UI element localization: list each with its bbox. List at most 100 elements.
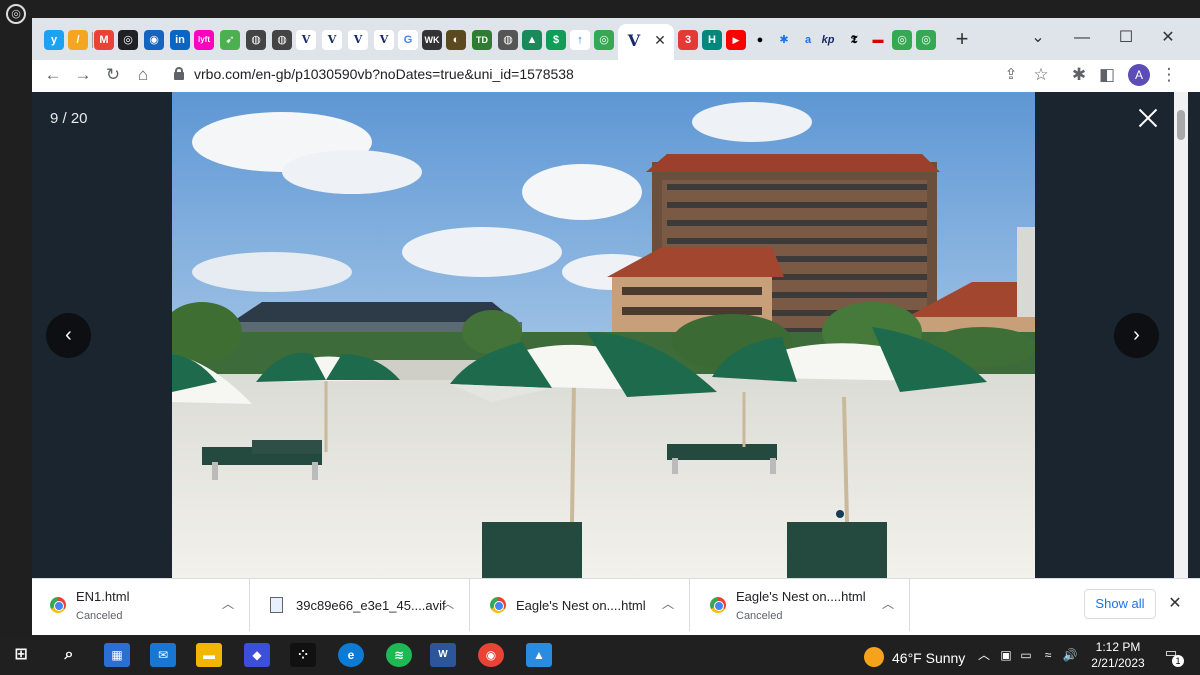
volume-icon[interactable]: 🔊 bbox=[1062, 646, 1078, 664]
tab-threads[interactable]: ◎ bbox=[118, 30, 138, 50]
windows-start-icon[interactable]: ⊞ bbox=[8, 643, 34, 667]
tab-wk[interactable]: WK bbox=[422, 30, 442, 50]
download-item[interactable]: EN1.html Canceled ︿ bbox=[32, 579, 250, 631]
dots-app-icon[interactable]: ⁘ bbox=[290, 643, 316, 667]
profile-avatar[interactable]: A bbox=[1128, 64, 1150, 86]
reload-icon[interactable]: ↻ bbox=[102, 64, 124, 86]
tab-vrbo-2[interactable]: V bbox=[322, 30, 342, 50]
page-scrollbar[interactable] bbox=[1174, 92, 1188, 578]
copilot-icon[interactable]: ◆ bbox=[244, 643, 270, 667]
chrome-icon bbox=[50, 597, 66, 613]
desktop-camera-icon[interactable]: ◎ bbox=[6, 4, 26, 24]
file-explorer-icon[interactable]: ▬ bbox=[196, 643, 222, 667]
side-panel-icon[interactable]: ◧ bbox=[1096, 64, 1118, 86]
clock-date: 2/21/2023 bbox=[1091, 656, 1145, 670]
tab-dollar[interactable]: $ bbox=[546, 30, 566, 50]
tab-kp[interactable]: kp bbox=[818, 30, 838, 50]
tab-td[interactable]: TD bbox=[472, 30, 492, 50]
show-all-downloads-button[interactable]: Show all bbox=[1084, 589, 1156, 619]
close-downloads-icon[interactable]: ✕ bbox=[1164, 593, 1186, 615]
tray-chevron-up-icon[interactable]: ︿ bbox=[976, 646, 992, 664]
desktop-left-strip: ◎ bbox=[0, 0, 32, 635]
tab-circle[interactable]: ◉ bbox=[144, 30, 164, 50]
new-tab-button[interactable]: + bbox=[950, 28, 974, 52]
forward-icon[interactable]: → bbox=[72, 64, 94, 86]
tab-tripadvisor-3[interactable]: ◎ bbox=[916, 30, 936, 50]
mail-icon[interactable]: ✉ bbox=[150, 643, 176, 667]
bookmark-star-icon[interactable]: ☆ bbox=[1030, 64, 1052, 86]
maximize-button[interactable]: ☐ bbox=[1106, 24, 1146, 52]
battery-icon[interactable]: ▭ bbox=[1018, 646, 1034, 664]
home-icon[interactable]: ⌂ bbox=[132, 64, 154, 86]
store-icon[interactable]: ▦ bbox=[104, 643, 130, 667]
chevron-up-icon[interactable]: ︿ bbox=[442, 595, 454, 612]
download-item[interactable]: Eagle's Nest on....html ︿ bbox=[472, 579, 690, 631]
tab-h[interactable]: H bbox=[702, 30, 722, 50]
tab-alpha[interactable]: a bbox=[798, 30, 818, 50]
tab-pen[interactable]: / bbox=[68, 30, 88, 50]
close-viewer-icon[interactable] bbox=[1132, 102, 1164, 134]
edge-icon[interactable]: e bbox=[338, 643, 364, 667]
tab-gmail[interactable]: M bbox=[94, 30, 114, 50]
address-bar[interactable]: vrbo.com/en-gb/p1030590vb?noDates=true&u… bbox=[194, 66, 574, 82]
tab-plane[interactable]: ➹ bbox=[220, 30, 240, 50]
tab-lyft[interactable]: lyft bbox=[194, 30, 214, 50]
download-filename: 39c89e66_e3e1_45....avif bbox=[296, 598, 446, 613]
tab-tripadvisor-2[interactable]: ◎ bbox=[892, 30, 912, 50]
extensions-icon[interactable]: ✱ bbox=[1068, 64, 1090, 86]
meet-icon[interactable]: ▣ bbox=[998, 646, 1014, 664]
tab-tripadvisor[interactable]: ◎ bbox=[594, 30, 614, 50]
search-icon[interactable]: ⌕ bbox=[56, 643, 82, 667]
active-tab[interactable]: V ✕ bbox=[618, 24, 674, 60]
tab-vrbo-1[interactable]: V bbox=[296, 30, 316, 50]
tab-google[interactable]: G bbox=[398, 30, 418, 50]
tab-arrow[interactable]: ↑ bbox=[570, 30, 590, 50]
tab-site-d[interactable]: ◍ bbox=[498, 30, 518, 50]
tab-dot[interactable]: ● bbox=[750, 30, 770, 50]
downloads-bar: EN1.html Canceled ︿ 39c89e66_e3e1_45....… bbox=[32, 578, 1200, 631]
menu-kebab-icon[interactable]: ⋮ bbox=[1158, 64, 1180, 86]
download-item[interactable]: Eagle's Nest on....html Canceled ︿ bbox=[692, 579, 910, 631]
share-icon[interactable]: ⇪ bbox=[1000, 64, 1022, 86]
lock-icon[interactable] bbox=[174, 67, 184, 80]
tab-three[interactable]: 3 bbox=[678, 30, 698, 50]
tab-site-a[interactable]: ◍ bbox=[246, 30, 266, 50]
next-photo-button[interactable]: › bbox=[1114, 313, 1159, 358]
tab-twitter[interactable]: y bbox=[44, 30, 64, 50]
word-icon[interactable]: W bbox=[430, 643, 456, 667]
download-item[interactable]: 39c89e66_e3e1_45....avif ︿ bbox=[252, 579, 470, 631]
photos-icon[interactable]: ▲ bbox=[526, 643, 552, 667]
browser-toolbar: ← → ↻ ⌂ vrbo.com/en-gb/p1030590vb?noDate… bbox=[32, 60, 1200, 90]
tab-site-b[interactable]: ◍ bbox=[272, 30, 292, 50]
minimize-button[interactable]: — bbox=[1062, 24, 1102, 52]
close-window-button[interactable]: ✕ bbox=[1148, 24, 1188, 52]
tab-red[interactable]: ▬ bbox=[868, 30, 888, 50]
chevron-up-icon[interactable]: ︿ bbox=[882, 595, 894, 612]
tab-nyt[interactable]: 𝕿 bbox=[844, 30, 864, 50]
download-status: Canceled bbox=[736, 610, 783, 622]
scrollbar-thumb[interactable] bbox=[1177, 110, 1185, 140]
beach-photo-illustration bbox=[172, 92, 1035, 578]
back-icon[interactable]: ← bbox=[42, 64, 64, 86]
tab-close-icon[interactable]: ✕ bbox=[650, 29, 670, 51]
tab-vrbo-3[interactable]: V bbox=[348, 30, 368, 50]
tab-search-icon[interactable]: ⌄ bbox=[1018, 24, 1058, 52]
wifi-icon[interactable]: ≈ bbox=[1040, 646, 1056, 664]
download-filename: EN1.html bbox=[76, 589, 130, 604]
tab-youtube[interactable]: ▶ bbox=[726, 30, 746, 50]
beach-photo bbox=[172, 92, 1035, 578]
chrome-taskbar-icon[interactable]: ◉ bbox=[478, 643, 504, 667]
chrome-icon bbox=[490, 597, 506, 613]
tab-linkedin[interactable]: in bbox=[170, 30, 190, 50]
notification-icon[interactable]: ▭ 1 bbox=[1160, 645, 1184, 667]
chevron-up-icon[interactable]: ︿ bbox=[662, 595, 674, 612]
chevron-up-icon[interactable]: ︿ bbox=[222, 595, 234, 612]
tab-site-e[interactable]: ▲ bbox=[522, 30, 542, 50]
spotify-icon[interactable]: ≋ bbox=[386, 643, 412, 667]
tab-vrbo-4[interactable]: V bbox=[374, 30, 394, 50]
previous-photo-button[interactable]: ‹ bbox=[46, 313, 91, 358]
tab-site-c[interactable]: ◐ bbox=[446, 30, 466, 50]
system-clock[interactable]: 1:12 PM 2/21/2023 bbox=[1086, 639, 1150, 671]
file-icon bbox=[270, 597, 283, 613]
tab-star[interactable]: ✱ bbox=[774, 30, 794, 50]
